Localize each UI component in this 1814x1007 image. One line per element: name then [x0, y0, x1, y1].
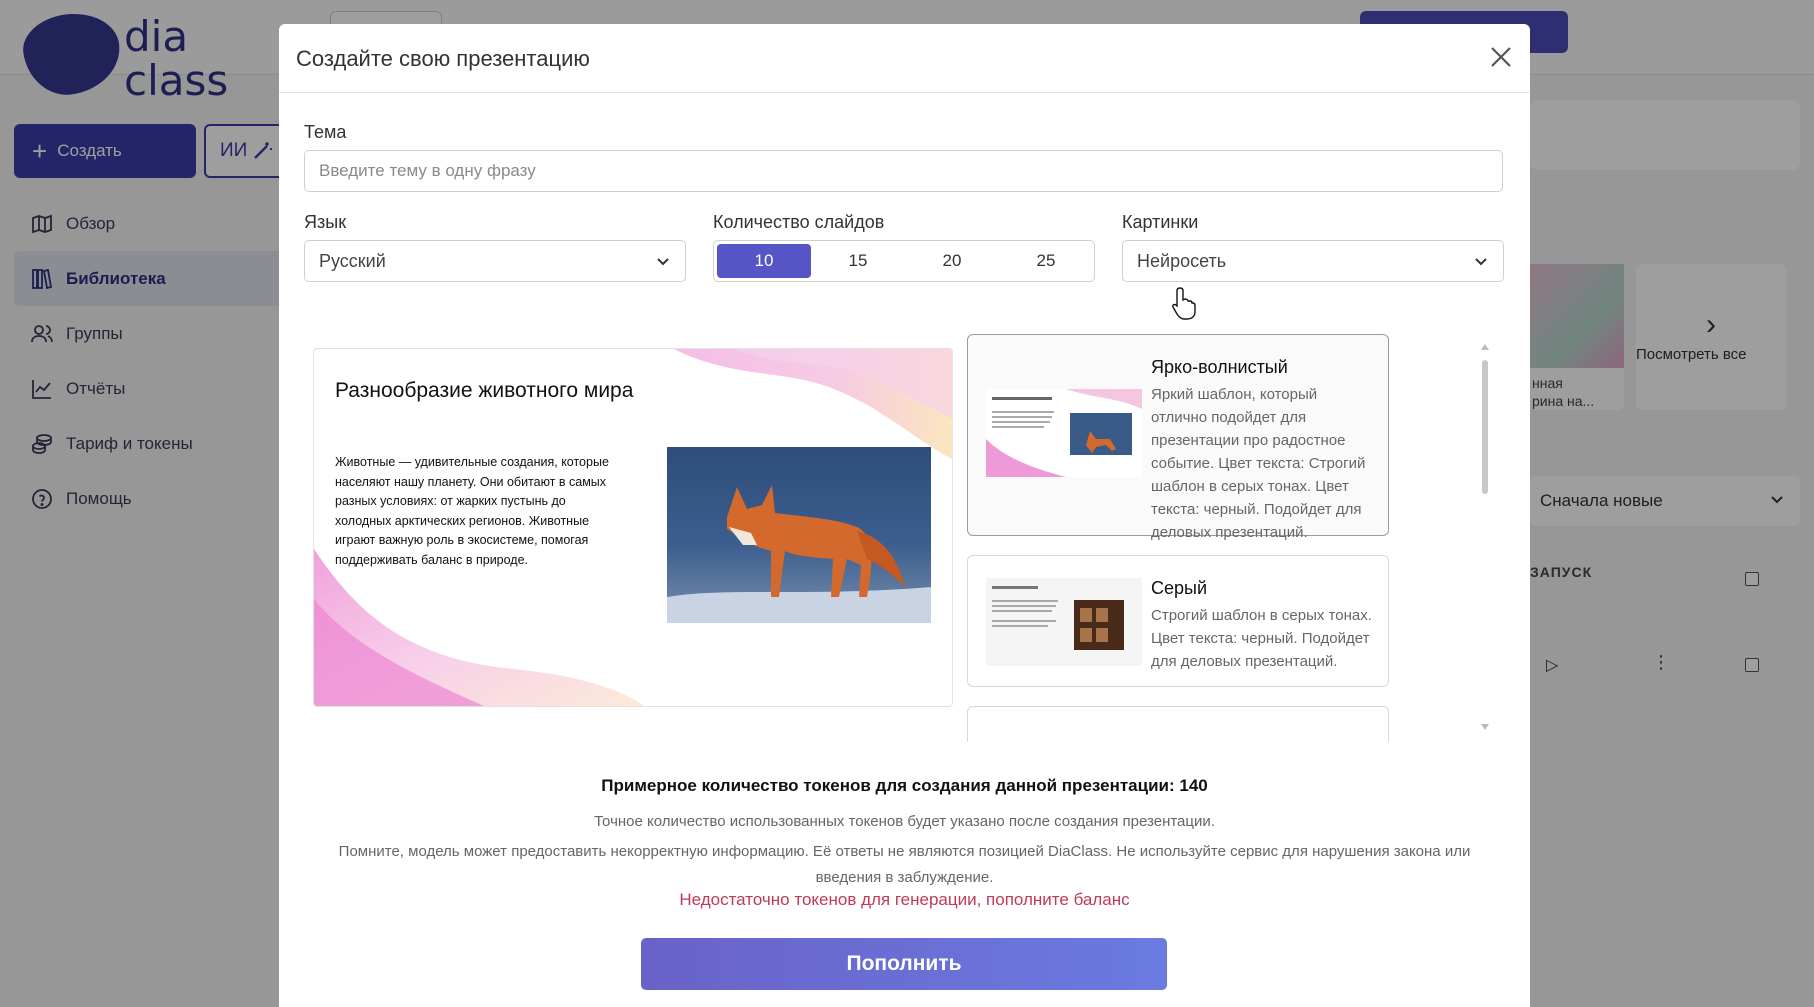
disclaimer-text: Помните, модель может предоставить некор…	[338, 843, 1471, 886]
language-select[interactable]: Русский	[304, 240, 686, 282]
chevron-down-icon	[1475, 258, 1487, 266]
template-preview: Разнообразие животного мира Животные — у…	[313, 348, 953, 707]
slides-count-selector: 10 15 20 25	[713, 240, 1095, 282]
slides-option-15[interactable]: 15	[811, 244, 905, 278]
images-label: Картинки	[1122, 212, 1199, 232]
topic-input[interactable]	[304, 150, 1503, 192]
insufficient-tokens-error: Недостаточно токенов для генерации, попо…	[679, 890, 1130, 909]
modal-title: Создайте свою презентацию	[296, 46, 590, 71]
tokens-note: Точное количество использованных токенов…	[594, 813, 1215, 830]
hand-cursor-icon	[1172, 287, 1196, 320]
template-description: Яркий шаблон, который отлично подойдет д…	[1151, 386, 1366, 541]
topic-label: Тема	[304, 122, 347, 142]
create-presentation-modal: Создайте свою презентацию Тема Язык Русс…	[279, 24, 1530, 1007]
slides-option-25[interactable]: 25	[999, 244, 1093, 278]
template-description: Строгий шаблон в серых тонах. Цвет текст…	[1151, 607, 1372, 670]
template-card-gray[interactable]: Серый Строгий шаблон в серых тонах. Цвет…	[967, 555, 1389, 687]
template-thumbnail	[986, 389, 1142, 477]
slides-option-20[interactable]: 20	[905, 244, 999, 278]
template-list: Ярко-волнистый Яркий шаблон, который отл…	[967, 334, 1393, 742]
tokens-estimate: Примерное количество токенов для создани…	[601, 776, 1208, 795]
close-icon[interactable]	[1488, 44, 1514, 70]
chevron-down-icon	[657, 258, 669, 266]
template-name: Серый	[1151, 578, 1208, 598]
topup-button[interactable]: Пополнить	[641, 938, 1167, 990]
slides-count-label: Количество слайдов	[713, 212, 885, 232]
template-thumbnail	[986, 578, 1142, 666]
slides-option-10[interactable]: 10	[717, 244, 811, 278]
preview-slide-text: Животные — удивительные создания, которы…	[335, 455, 609, 567]
images-select[interactable]: Нейросеть	[1122, 240, 1504, 282]
template-card-next[interactable]	[967, 706, 1389, 742]
language-label: Язык	[304, 212, 347, 232]
preview-fox-image	[667, 447, 931, 623]
template-card-bright-wavy[interactable]: Ярко-волнистый Яркий шаблон, который отл…	[967, 334, 1389, 541]
images-selected: Нейросеть	[1137, 250, 1227, 271]
preview-slide-title: Разнообразие животного мира	[335, 379, 634, 402]
template-list-scrollbar[interactable]	[1478, 342, 1492, 732]
modal-header: Создайте свою презентацию	[279, 24, 1530, 93]
template-name: Ярко-волнистый	[1151, 357, 1288, 377]
language-selected: Русский	[319, 250, 386, 271]
